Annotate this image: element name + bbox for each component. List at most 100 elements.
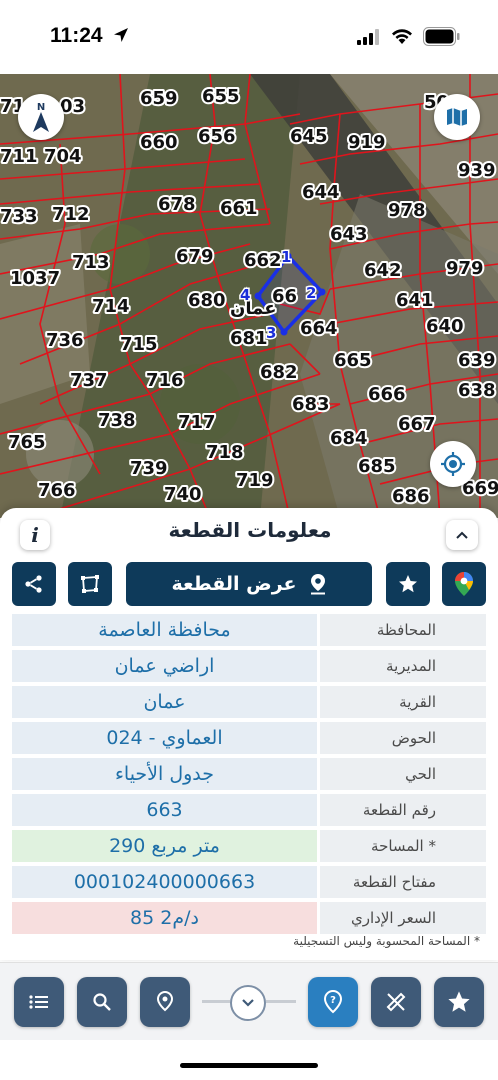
parcel-shape-button[interactable] [68, 562, 112, 606]
chevron-down-icon [242, 999, 254, 1007]
parcel-label: 665 [334, 350, 372, 371]
detail-value[interactable]: 000102400000663 [12, 866, 317, 898]
parcel-label: 736 [46, 330, 84, 351]
detail-value: محافظة العاصمة [12, 614, 317, 646]
detail-label: الحي [320, 758, 486, 790]
detail-value: 85 د/م2 [12, 902, 317, 934]
parcel-label: 715 [120, 334, 158, 355]
parcel-label: 678 [158, 194, 196, 215]
google-maps-button[interactable] [442, 562, 486, 606]
vertex-label: 1 [281, 248, 291, 266]
compass-button[interactable]: N [18, 94, 64, 140]
my-location-button[interactable] [430, 441, 476, 487]
favorite-button[interactable] [386, 562, 430, 606]
detail-row-governorate: محافظة العاصمة المحافظة [12, 614, 486, 646]
parcel-label: 642 [364, 260, 402, 281]
parcel-label: 664 [300, 318, 338, 339]
parcel-label: 739 [130, 458, 168, 479]
parcel-label: 667 [398, 414, 436, 435]
parcel-label: 644 [302, 182, 340, 203]
polygon-shape-icon [81, 575, 99, 593]
map-icon [447, 108, 467, 126]
vertex-label: 3 [266, 324, 276, 342]
parcel-label: 655 [202, 86, 240, 107]
map-layers-button[interactable] [434, 94, 480, 140]
slider-track-right [266, 1000, 296, 1003]
detail-value: 663 [12, 794, 317, 826]
area-footnote: * المساحة المحسوبة وليس التسجيلية [293, 934, 480, 948]
detail-value: عمان [12, 686, 317, 718]
status-bar: 11:24 [0, 0, 498, 74]
detail-label: القرية [320, 686, 486, 718]
slider-track-left [202, 1000, 230, 1003]
detail-label: المساحة * [320, 830, 486, 862]
parcel-label: 661 [220, 198, 258, 219]
list-button[interactable] [14, 977, 64, 1027]
locate-crosshair-icon [441, 452, 465, 476]
search-icon [93, 993, 111, 1011]
detail-value: العماوي - 024 [12, 722, 317, 754]
parcel-label: 713 [72, 252, 110, 273]
detail-row-admin-price: 85 د/م2 السعر الإداري [12, 902, 486, 934]
parcel-label: 716 [146, 370, 184, 391]
parcel-label: 979 [446, 258, 484, 279]
share-button[interactable] [12, 562, 56, 606]
share-icon [25, 575, 42, 593]
detail-label: الحوض [320, 722, 486, 754]
detail-row-neighborhood: جدول الأحياء الحي [12, 758, 486, 790]
parcel-label: 718 [206, 442, 244, 463]
action-row: عرض القطعة [0, 562, 498, 608]
parcel-label: 711 [0, 146, 38, 167]
parcel-label: 641 [396, 290, 434, 311]
parcel-label: 712 [52, 204, 90, 225]
compass-north-icon: N [33, 102, 49, 132]
wifi-icon [392, 29, 412, 44]
show-parcel-label: عرض القطعة [171, 573, 297, 595]
show-parcel-button[interactable]: عرض القطعة [126, 562, 372, 606]
detail-row-directorate: اراضي عمان المديرية [12, 650, 486, 682]
parcel-label: 643 [330, 224, 368, 245]
home-indicator[interactable] [180, 1063, 318, 1068]
google-maps-icon [455, 572, 473, 596]
parcel-label: 704 [44, 146, 82, 167]
star-icon [399, 575, 417, 593]
info-button[interactable]: i [20, 520, 50, 550]
parcel-label: 645 [290, 126, 328, 147]
detail-row-village: عمان القرية [12, 686, 486, 718]
list-icon [29, 995, 48, 1009]
parcel-label: 639 [458, 350, 496, 371]
location-pin-button[interactable] [140, 977, 190, 1027]
parcel-label: 684 [330, 428, 368, 449]
measure-tools-button[interactable] [371, 977, 421, 1027]
detail-label: المديرية [320, 650, 486, 682]
location-arrow-icon [114, 28, 128, 42]
chevron-up-icon [456, 531, 468, 539]
search-button[interactable] [77, 977, 127, 1027]
parcel-label: 659 [140, 88, 178, 109]
parcel-map[interactable]: 659 655 660 656 645 919 939 704 711 71 0… [0, 74, 498, 518]
parcel-label: 978 [388, 200, 426, 221]
status-time: 11:24 [50, 24, 103, 47]
parcel-label: 766 [38, 480, 76, 501]
map-canvas[interactable]: 659 655 660 656 645 919 939 704 711 71 0… [0, 74, 498, 518]
place-label: عمان [230, 298, 277, 319]
collapse-button[interactable] [446, 520, 478, 550]
parcel-label: 638 [458, 380, 496, 401]
parcel-label: 666 [368, 384, 406, 405]
bookmarks-button[interactable] [434, 977, 484, 1027]
toolbar-expand-knob[interactable] [230, 985, 266, 1021]
detail-row-parcel-key: 000102400000663 مفتاح القطعة [12, 866, 486, 898]
location-pin-icon [156, 990, 174, 1012]
detail-value: اراضي عمان [12, 650, 317, 682]
detail-label: مفتاح القطعة [320, 866, 486, 898]
parcel-label: 719 [236, 470, 274, 491]
parcel-label: 686 [392, 486, 430, 507]
parcel-label: 662 [244, 250, 282, 271]
help-pin-button[interactable]: ? [308, 977, 358, 1027]
home-indicator-area [0, 1040, 498, 1080]
parcel-label: 681 [230, 328, 268, 349]
parcel-label: 714 [92, 296, 130, 317]
bottom-toolbar: ? [0, 962, 498, 1040]
parcel-label: 683 [292, 394, 330, 415]
battery-icon [423, 27, 460, 46]
